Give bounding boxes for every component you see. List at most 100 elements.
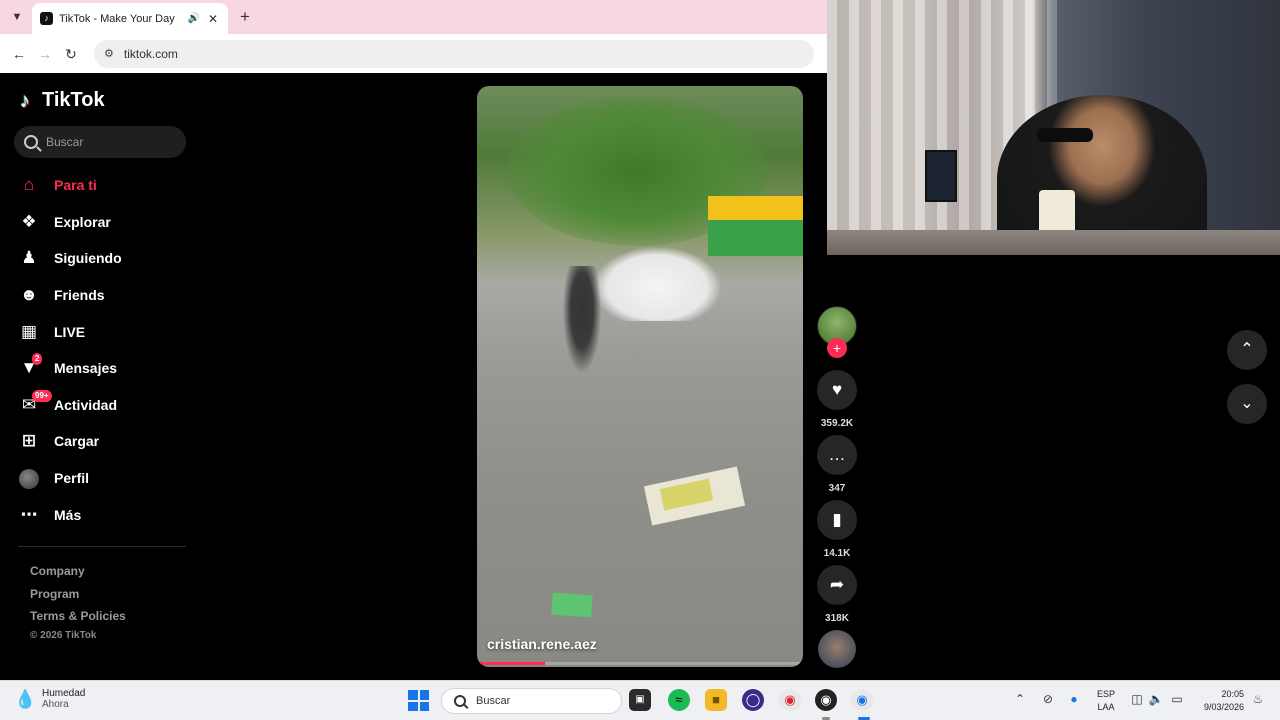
sidebar-item-explorar[interactable]: ❖ Explorar bbox=[18, 204, 188, 241]
task-view-icon[interactable]: ▣ bbox=[629, 689, 651, 711]
save-button[interactable]: ▮ bbox=[817, 500, 857, 540]
comment-button[interactable]: … bbox=[817, 435, 857, 475]
save-count: 14.1K bbox=[823, 548, 851, 559]
site-info-icon[interactable]: ⚙ bbox=[104, 47, 114, 60]
chevron-down-icon: ⌄ bbox=[1240, 395, 1254, 412]
like-button[interactable]: ♥ bbox=[817, 370, 857, 410]
new-tab-button[interactable]: + bbox=[236, 7, 254, 27]
next-video-button[interactable]: ⌄ bbox=[1227, 384, 1267, 424]
search-box[interactable] bbox=[14, 126, 186, 158]
profile-icon bbox=[18, 467, 40, 489]
chrome-icon[interactable]: ◉ bbox=[779, 689, 801, 711]
sidebar-item-cargar[interactable]: ⊞ Cargar bbox=[18, 423, 188, 460]
messages-icon: ▼ 2 bbox=[18, 353, 43, 379]
heart-icon: ♥ bbox=[831, 380, 843, 399]
search-icon bbox=[24, 135, 38, 149]
like-count: 359.2K bbox=[820, 418, 854, 429]
video-scene-building bbox=[708, 196, 803, 256]
upload-icon: ⊞ bbox=[21, 431, 37, 451]
tray-chevron-up-icon[interactable]: ⌃ bbox=[1012, 692, 1028, 706]
windows-logo-tile bbox=[408, 701, 418, 711]
footer-link-company[interactable]: Company bbox=[30, 560, 126, 583]
weather-title: Humedad bbox=[42, 688, 86, 699]
video-scene-rider bbox=[562, 266, 602, 376]
sidebar-item-mensajes[interactable]: ▼ 2 Mensajes bbox=[18, 350, 188, 387]
browser-tab-bar: ▼ ♪ TikTok - Make Your Day 🔊 ✕ + bbox=[0, 0, 827, 34]
speaker-icon[interactable]: 🔊 bbox=[188, 13, 200, 24]
comment-icon: … bbox=[828, 445, 846, 464]
home-icon: ⌂ bbox=[23, 175, 35, 195]
webcam-monitor bbox=[925, 150, 957, 202]
windows-logo-tile bbox=[419, 701, 429, 711]
sidebar-item-perfil[interactable]: Perfil bbox=[18, 460, 188, 497]
reload-button[interactable]: ↻ bbox=[60, 43, 82, 65]
sidebar-item-para-ti[interactable]: ⌂ Para ti bbox=[18, 167, 188, 204]
footer-link-program[interactable]: Program bbox=[30, 583, 126, 606]
webcam-sunglasses bbox=[1037, 128, 1093, 142]
sidebar-item-actividad[interactable]: ✉ 99+ Actividad bbox=[18, 387, 188, 424]
notification-bell-icon[interactable]: ♨ bbox=[1250, 692, 1266, 706]
sidebar-item-live[interactable]: ▦ LIVE bbox=[18, 313, 188, 350]
clock-date: 9/03/2026 bbox=[1203, 702, 1244, 712]
browser-tab[interactable]: ♪ TikTok - Make Your Day 🔊 ✕ bbox=[32, 3, 228, 34]
sidebar-item-friends[interactable]: ☻ Friends bbox=[18, 277, 188, 314]
humidity-drop-icon: 💧 bbox=[14, 689, 37, 709]
taskbar-clock[interactable]: 20:05 9/03/2026 bbox=[1190, 688, 1244, 714]
tiktok-logo-icon: ♪ bbox=[20, 89, 30, 112]
chrome-active-icon[interactable]: ◉ bbox=[851, 689, 873, 711]
display-icon[interactable]: ◫ bbox=[1129, 692, 1145, 706]
activity-icon: ✉ 99+ bbox=[18, 389, 52, 416]
sidebar-item-label: Más bbox=[54, 506, 82, 523]
activity-badge: 99+ bbox=[32, 389, 52, 402]
share-count: 318K bbox=[825, 613, 849, 624]
battery-icon[interactable]: ▭ bbox=[1169, 692, 1185, 706]
file-explorer-icon[interactable]: ■ bbox=[705, 689, 727, 711]
address-bar[interactable]: ⚙ tiktok.com bbox=[94, 39, 814, 68]
logo-text: TikTok bbox=[42, 89, 105, 111]
sidebar-item-label: Perfil bbox=[54, 470, 90, 487]
webcam-overlay bbox=[827, 0, 1280, 255]
sidebar-item-siguiendo[interactable]: ♟ Siguiendo bbox=[18, 240, 188, 277]
footer-link-terms[interactable]: Terms & Policies bbox=[30, 605, 126, 628]
tiktok-favicon-icon: ♪ bbox=[40, 12, 53, 25]
comment-action: … 347 bbox=[817, 435, 857, 494]
app-circle-icon[interactable]: ◯ bbox=[742, 689, 764, 711]
volume-icon[interactable]: 🔈 bbox=[1148, 692, 1164, 706]
forward-button[interactable]: → bbox=[34, 43, 56, 65]
follow-button[interactable]: + bbox=[827, 338, 847, 358]
video-player[interactable]: cristian.rene.aez bbox=[477, 86, 803, 667]
share-button[interactable]: ➦ bbox=[817, 565, 857, 605]
obs-icon[interactable]: ◉ bbox=[815, 689, 837, 711]
video-progress-bar[interactable] bbox=[477, 662, 803, 665]
previous-video-button[interactable]: ⌃ bbox=[1227, 330, 1267, 370]
sidebar-item-label: LIVE bbox=[54, 323, 86, 340]
search-input[interactable] bbox=[46, 135, 166, 149]
network-off-icon[interactable]: ⊘ bbox=[1040, 692, 1056, 706]
microphone-icon[interactable]: ● bbox=[1066, 692, 1082, 706]
taskbar-search[interactable]: Buscar bbox=[441, 688, 622, 714]
start-button[interactable] bbox=[408, 690, 429, 711]
sidebar-divider bbox=[18, 546, 186, 547]
search-icon bbox=[454, 695, 466, 707]
tab-search-chevron-icon[interactable]: ▼ bbox=[8, 9, 26, 25]
sidebar-item-label: Actividad bbox=[54, 396, 118, 413]
back-button[interactable]: ← bbox=[8, 43, 30, 65]
windows-taskbar: 💧 Humedad Ahora Buscar ▣ ≈ ■ ◯ ◉ ◉ ◉ ⌃ ⊘… bbox=[0, 680, 1280, 720]
close-tab-icon[interactable]: ✕ bbox=[206, 12, 220, 26]
copyright: © 2026 TikTok bbox=[30, 629, 97, 641]
chevron-up-icon: ⌃ bbox=[1240, 341, 1254, 358]
video-scene-green-card bbox=[551, 592, 593, 618]
spotify-icon[interactable]: ≈ bbox=[668, 689, 690, 711]
weather-widget[interactable]: 💧 Humedad Ahora bbox=[14, 687, 85, 711]
avatar bbox=[19, 468, 39, 489]
tiktok-page: ♪ TikTok ⌂ Para ti ❖ Explorar ♟ Siguiend… bbox=[0, 73, 857, 680]
language-indicator[interactable]: ESP LAA bbox=[1095, 688, 1117, 714]
sidebar-footer: Company Program Terms & Policies © 2026 … bbox=[30, 560, 126, 641]
sidebar-item-mas[interactable]: ⋯ Más bbox=[18, 496, 188, 533]
share-action: ➦ 318K bbox=[817, 565, 857, 624]
share-icon: ➦ bbox=[829, 575, 845, 594]
tiktok-logo[interactable]: ♪ TikTok bbox=[20, 89, 105, 112]
music-disc-avatar[interactable] bbox=[818, 630, 856, 668]
weather-text: Humedad Ahora bbox=[42, 688, 85, 710]
video-author[interactable]: cristian.rene.aez bbox=[487, 636, 597, 652]
